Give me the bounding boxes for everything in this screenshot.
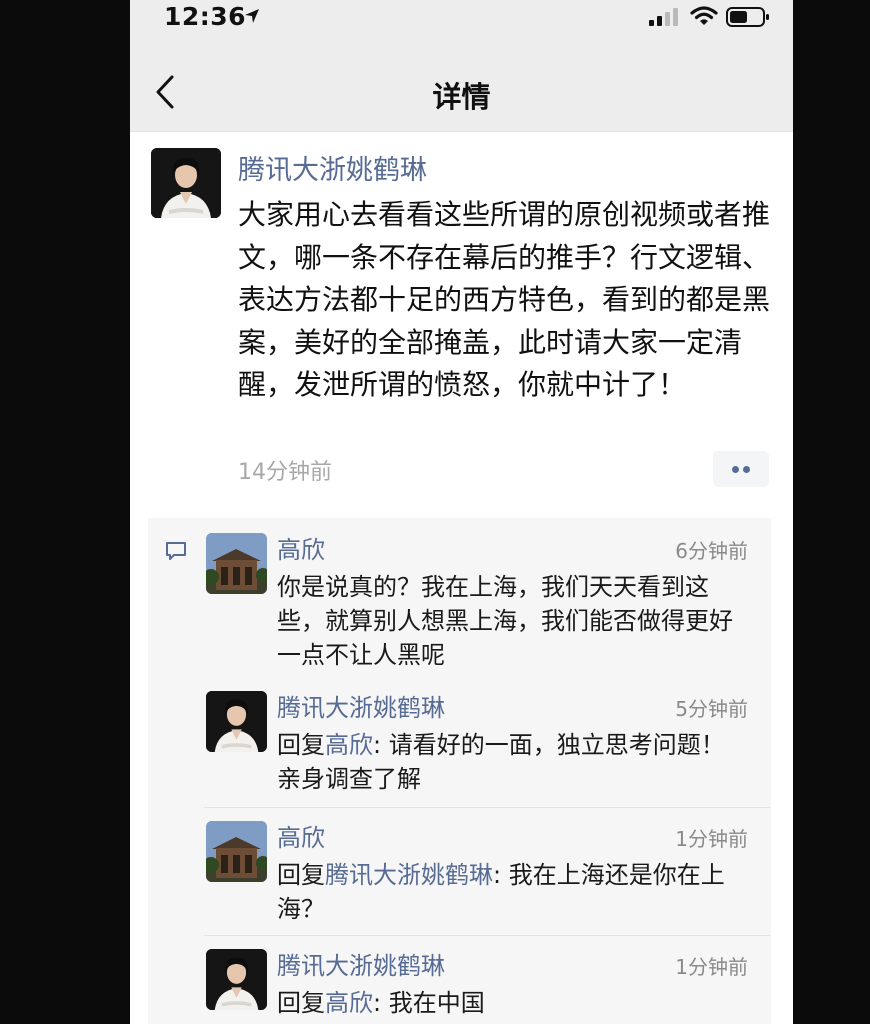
more-dots-icon (732, 466, 739, 473)
comment-item[interactable]: 腾讯大浙姚鹤琳 5分钟前 回复高欣: 请看好的一面，独立思考问题！亲身调查了解 (204, 678, 770, 808)
status-time: 12:36 (164, 2, 247, 31)
more-actions-button[interactable] (713, 451, 769, 487)
comment-body: 你是说真的？我在上海，我们天天看到这些，就算别人想黑上海，我们能否做得更好一点不… (277, 573, 733, 669)
comment-item[interactable]: 高欣 1分钟前 回复腾讯大浙姚鹤琳: 我在上海还是你在上海？ (204, 808, 770, 936)
reply-separator: : (373, 731, 389, 759)
commenter-avatar[interactable] (206, 949, 267, 1010)
reply-separator: : (493, 861, 509, 889)
comment-text: 回复高欣: 请看好的一面，独立思考问题！亲身调查了解 (277, 728, 747, 796)
reply-to-name[interactable]: 高欣 (325, 989, 373, 1017)
cellular-signal-icon (649, 8, 678, 26)
comment-timestamp: 1分钟前 (675, 827, 748, 851)
comment-item[interactable]: 高欣 6分钟前 你是说真的？我在上海，我们天天看到这些，就算别人想黑上海，我们能… (204, 520, 770, 670)
reply-to-name[interactable]: 高欣 (325, 731, 373, 759)
comment-timestamp: 6分钟前 (675, 539, 748, 563)
building-photo-icon (206, 533, 267, 594)
location-arrow-icon (245, 9, 259, 23)
woman-portrait-icon (151, 148, 221, 218)
page-title: 详情 (432, 80, 491, 114)
commenter-name[interactable]: 高欣 (277, 818, 325, 853)
comment-timestamp: 5分钟前 (675, 697, 748, 721)
woman-portrait-icon (206, 691, 267, 752)
reply-prefix: 回复 (277, 731, 325, 759)
comment-timestamp: 1分钟前 (675, 955, 748, 979)
post-author-avatar[interactable] (151, 148, 221, 218)
comment-text: 回复腾讯大浙姚鹤琳: 我在上海还是你在上海？ (277, 858, 747, 926)
reply-prefix: 回复 (277, 989, 325, 1017)
comment-item[interactable]: 腾讯大浙姚鹤琳 1分钟前 回复高欣: 我在中国 (204, 936, 770, 1024)
battery-icon (726, 7, 769, 27)
phone-screen: 12:36 详情 腾讯大浙姚鹤琳 大家用心去看看这些所谓的原创视频或者推文，哪一… (130, 0, 793, 1024)
status-bar: 12:36 (130, 0, 793, 34)
post-body-text: 大家用心去看看这些所谓的原创视频或者推文，哪一条不存在幕后的推手？行文逻辑、表达… (238, 198, 771, 401)
commenter-avatar[interactable] (206, 821, 267, 882)
commenter-name[interactable]: 高欣 (277, 530, 325, 565)
more-dots-icon (743, 466, 750, 473)
commenter-name[interactable]: 腾讯大浙姚鹤琳 (277, 946, 445, 981)
reply-prefix: 回复 (277, 861, 325, 889)
post-author-name[interactable]: 腾讯大浙姚鹤琳 (238, 148, 427, 187)
nav-bar: 详情 (130, 34, 793, 132)
reply-separator: : (373, 989, 389, 1017)
wifi-icon (690, 6, 718, 25)
building-photo-icon (206, 821, 267, 882)
reply-to-name[interactable]: 腾讯大浙姚鹤琳 (325, 861, 493, 889)
comment-text: 回复高欣: 我在中国 (277, 986, 747, 1020)
commenter-avatar[interactable] (206, 691, 267, 752)
post-timestamp: 14分钟前 (238, 460, 332, 485)
comment-text: 你是说真的？我在上海，我们天天看到这些，就算别人想黑上海，我们能否做得更好一点不… (277, 570, 747, 672)
commenter-name[interactable]: 腾讯大浙姚鹤琳 (277, 688, 445, 723)
comment-body: 我在中国 (388, 989, 485, 1017)
woman-portrait-icon (206, 949, 267, 1010)
commenter-avatar[interactable] (206, 533, 267, 594)
comment-bubble-icon (166, 542, 186, 560)
